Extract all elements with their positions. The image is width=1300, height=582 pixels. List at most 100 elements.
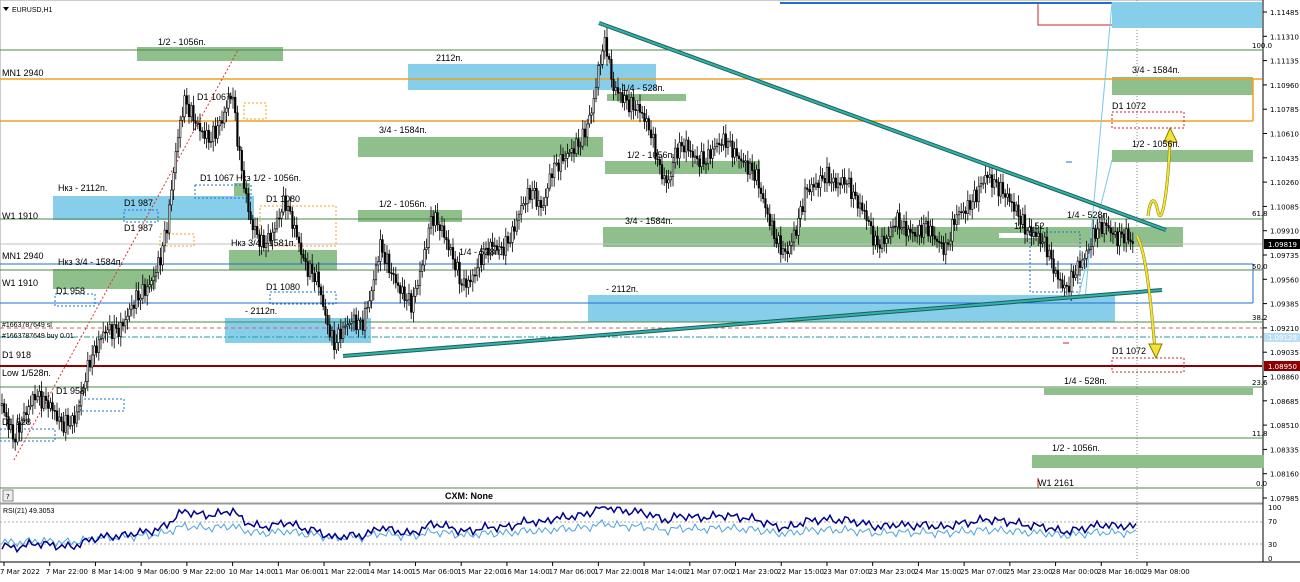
price-tick-label: 1.07985 bbox=[1270, 495, 1299, 503]
time-tick-label: 9 Mar 06:00 bbox=[137, 568, 179, 576]
label-d1-1072: D1 1072 bbox=[1112, 346, 1146, 356]
zone-green bbox=[137, 47, 283, 61]
zone-green bbox=[1044, 388, 1253, 395]
price-tick-label: 1.08510 bbox=[1270, 422, 1299, 430]
rsi-axis-label: 70 bbox=[1268, 518, 1277, 526]
label-low-528: Low 1/528п. bbox=[2, 368, 51, 378]
price-tick-label: 1.11135 bbox=[1270, 58, 1299, 66]
symbol-title: EURUSD,H1 bbox=[12, 7, 53, 14]
label-3q-1584: 3/4 - 1584п. bbox=[625, 216, 673, 226]
price-tick-label: 1.10610 bbox=[1270, 131, 1299, 139]
label-mn1: MN1 2940 bbox=[2, 68, 44, 78]
price-tick-label: 1.09735 bbox=[1270, 252, 1299, 260]
fib-label: 100.0 bbox=[1252, 42, 1272, 50]
label-quarter-528: 1/4 - 528п. bbox=[1067, 210, 1110, 220]
time-tick-label: 28 Mar 16:00 bbox=[1097, 568, 1144, 576]
time-tick-label: 11 Mar 06:00 bbox=[274, 568, 321, 576]
label-d1-1080: D1 1080 bbox=[266, 282, 300, 292]
time-tick-label: 16 Mar 14:00 bbox=[503, 568, 550, 576]
current-price-text: 1.09819 bbox=[1268, 241, 1297, 249]
label-w1-1910: W1 1910 bbox=[2, 278, 38, 288]
fib-label: 38.2 bbox=[1252, 314, 1268, 322]
label-3q-1584: 3/4 - 1584п. bbox=[1132, 65, 1180, 75]
time-tick-label: 21 Mar 07:00 bbox=[686, 568, 733, 576]
rsi-axis-label: 30 bbox=[1268, 541, 1277, 549]
time-tick-label: 15 Mar 06:00 bbox=[411, 568, 458, 576]
label-w1-2161: W1 2161 bbox=[1038, 478, 1074, 488]
time-tick-label: 21 Mar 23:00 bbox=[732, 568, 779, 576]
label-2112: 2112п. bbox=[436, 53, 463, 63]
time-tick-label: 23 Mar 23:00 bbox=[869, 568, 916, 576]
price-axis[interactable]: 1.11485 1.11310 1.11135 1.10960 1.10785 1.106… bbox=[1263, 9, 1299, 503]
time-tick-label: 10 Mar 14:00 bbox=[229, 568, 276, 576]
price-tick-label: 1.09385 bbox=[1270, 301, 1299, 309]
label-d1-987: D1 987 bbox=[124, 198, 153, 208]
label-d1-958: D1 958 bbox=[56, 286, 85, 296]
label-mn1: MN1 2940 bbox=[2, 251, 44, 261]
price-tick-label: 1.08160 bbox=[1270, 471, 1299, 479]
time-tick-label: 9 Mar 22:00 bbox=[183, 568, 225, 576]
rsi-axis-label: 100 bbox=[1268, 504, 1281, 512]
time-tick-label: 25 Mar 07:00 bbox=[960, 568, 1007, 576]
fib-label: 0.0 bbox=[1256, 480, 1267, 488]
time-tick-label: 18 Mar 14:00 bbox=[640, 568, 687, 576]
chart-canvas[interactable]: 1/2 - 1056п. MN1 2940 D1 1067 D1 1067 Нк… bbox=[0, 0, 1300, 582]
time-tick-label: 7 Mar 22:00 bbox=[46, 568, 88, 576]
time-tick-label: 22 Mar 15:00 bbox=[777, 568, 824, 576]
label-d1-528: D1 528 bbox=[2, 417, 31, 427]
price-tick-label: 1.08860 bbox=[1270, 374, 1299, 382]
label-cxm: CXM: None bbox=[445, 491, 493, 501]
label-minus-2112: - 2112п. bbox=[245, 306, 277, 316]
price-tick-label: 1.09910 bbox=[1270, 228, 1299, 236]
fib-label: 50.0 bbox=[1252, 263, 1268, 271]
label-order-buy: #1663787649 buy 0.01 bbox=[2, 333, 74, 340]
label-half-1056: 1/2 - 1056п. bbox=[158, 37, 206, 47]
fib-label: 11.8 bbox=[1252, 430, 1268, 438]
time-tick-label: 24 Mar 15:00 bbox=[914, 568, 961, 576]
label-d1-1067: D1 1067 bbox=[200, 173, 234, 183]
time-tick-label: 15 Mar 22:00 bbox=[457, 568, 504, 576]
zone-green bbox=[607, 94, 686, 101]
zone-green bbox=[605, 161, 760, 174]
label-half-1056: 1/2 - 1056п. bbox=[1132, 139, 1180, 149]
time-tick-label: 11 Mar 22:00 bbox=[320, 568, 367, 576]
time-tick-label: 17 Mar 22:00 bbox=[594, 568, 641, 576]
time-tick-label: 29 Mar 08:00 bbox=[1143, 568, 1190, 576]
rsi-axis-label: 0 bbox=[1268, 555, 1272, 563]
price-tick-label: 1.10085 bbox=[1270, 203, 1299, 211]
price-badge-text: 1.08950 bbox=[1268, 363, 1297, 371]
label-3q-1584: 3/4 - 1584п. bbox=[379, 125, 427, 135]
zone-blue bbox=[53, 196, 254, 220]
price-tick-label: 1.09210 bbox=[1270, 325, 1299, 333]
zone-green bbox=[229, 250, 337, 270]
time-tick-label: 7 Mar 2022 bbox=[0, 568, 40, 576]
price-tick-label: 1.10785 bbox=[1270, 106, 1299, 114]
label-d1-1072: D1 1072 bbox=[1112, 101, 1146, 111]
label-nkz-2112: Нкз - 2112п. bbox=[58, 183, 107, 193]
label-w1-1910: W1 1910 bbox=[2, 211, 38, 221]
label-quarter-528: 1/4 - 528п. bbox=[459, 247, 502, 257]
label-minus-2112: - 2112п. bbox=[606, 284, 638, 294]
zone-green bbox=[358, 137, 603, 157]
label-half-1056: 1/2 - 1056п. bbox=[1052, 443, 1100, 453]
rsi-title: RSI(21) 49.3053 bbox=[3, 508, 54, 515]
time-axis[interactable]: 7 Mar 2022 7 Mar 22:00 8 Mar 14:00 9 Mar 06… bbox=[0, 562, 1190, 576]
time-tick-label: 14 Mar 14:00 bbox=[366, 568, 413, 576]
price-tick-label: 1.10260 bbox=[1270, 179, 1299, 187]
label-nkz-3q: Нкз 3/4 - 1581п. bbox=[231, 238, 296, 248]
zone-blue bbox=[408, 64, 656, 90]
zone-green bbox=[358, 210, 462, 222]
label-quarter-528: 1/4 - 528п. bbox=[622, 83, 665, 93]
fib-label: 23.6 bbox=[1252, 379, 1268, 387]
time-tick-label: 25 Mar 23:00 bbox=[1006, 568, 1053, 576]
time-tick-label: 17 Mar 06:00 bbox=[549, 568, 596, 576]
price-tick-label: 1.10960 bbox=[1270, 82, 1299, 90]
price-tick-label: 1.11310 bbox=[1270, 33, 1299, 41]
zone-blue bbox=[1112, 2, 1262, 28]
price-tick-label: 1.09035 bbox=[1270, 349, 1299, 357]
price-tick-label: 1.09560 bbox=[1270, 276, 1299, 284]
time-tick-label: 28 Mar 00:00 bbox=[1052, 568, 1099, 576]
time-tick-label: 8 Mar 14:00 bbox=[91, 568, 133, 576]
price-badge-text: 1.09129 bbox=[1268, 334, 1297, 342]
trading-chart[interactable]: 1/2 - 1056п. MN1 2940 D1 1067 D1 1067 Нк… bbox=[0, 0, 1300, 582]
